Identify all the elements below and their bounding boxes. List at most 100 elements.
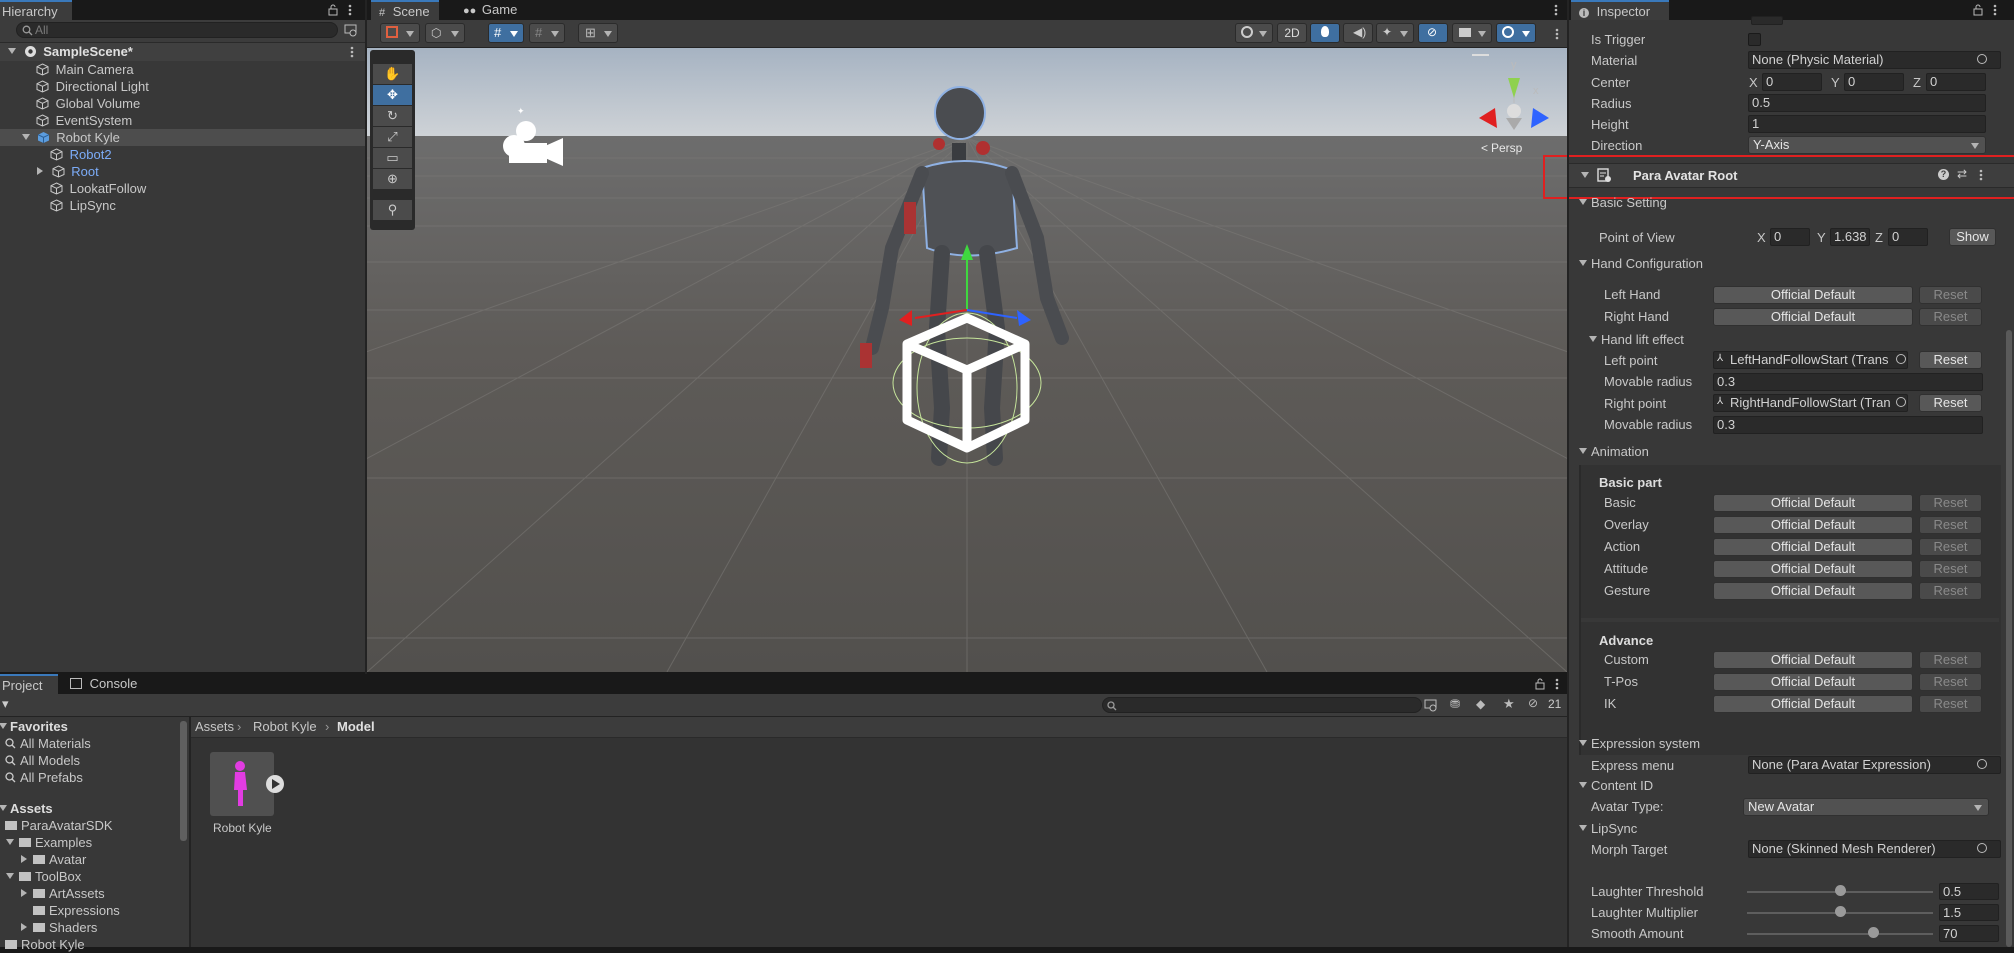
folder-item[interactable]: Shaders [0,919,189,936]
anim-reset-button[interactable]: Reset [1919,538,1982,556]
expand-arrow-icon[interactable] [37,167,43,175]
anim-reset-button[interactable]: Reset [1919,673,1982,691]
expand-arrow-icon[interactable] [8,48,16,54]
favorite-star-icon[interactable]: ★ [1503,696,1515,712]
kebab-menu-icon[interactable] [1554,4,1558,16]
anim-dropdown[interactable]: Official Default [1713,516,1913,534]
right-hand-reset-button[interactable]: Reset [1919,308,1982,326]
center-y-field[interactable]: 0 [1844,73,1904,91]
search-by-label-icon[interactable]: ⛃ [1450,697,1460,711]
tab-project[interactable]: Project [0,674,58,694]
breadcrumb-item[interactable]: Robot Kyle [253,717,317,737]
favorite-item[interactable]: All Prefabs [0,769,189,786]
expand-arrow-icon[interactable] [21,923,27,931]
folder-item[interactable]: Robot Kyle [0,936,189,953]
custom-tool-button[interactable]: ⚲ [373,200,412,220]
increment-snap-button[interactable]: # [529,23,565,43]
expand-arrow-icon[interactable] [0,805,7,811]
left-radius-field[interactable]: 0.3 [1713,373,1983,391]
eye-slash-icon[interactable]: ⊘ [1528,696,1538,710]
top-cutoff-field[interactable] [1751,16,1783,25]
folder-item[interactable]: ArtAssets [0,885,189,902]
breadcrumb-item[interactable]: Assets [195,717,234,737]
search-input[interactable]: All [16,22,338,38]
slider-thumb[interactable] [1835,885,1846,896]
express-menu-field[interactable]: None (Para Avatar Expression) [1748,756,2001,774]
object-picker-icon[interactable] [1896,354,1906,364]
draw-mode-dropdown[interactable] [380,23,420,43]
anim-dropdown[interactable]: Official Default [1713,494,1913,512]
kebab-menu-icon[interactable] [350,46,354,58]
anim-dropdown[interactable]: Official Default [1713,582,1913,600]
hierarchy-item[interactable]: Directional Light [0,78,365,95]
slider-track[interactable] [1747,933,1933,935]
radius-field[interactable]: 0.5 [1748,94,1986,112]
animation-foldout[interactable]: Animation [1579,444,1649,459]
direction-dropdown[interactable]: Y-Axis [1748,136,1986,154]
pov-x-field[interactable]: 0 [1770,228,1810,246]
left-hand-dropdown[interactable]: Official Default [1713,286,1913,304]
kebab-menu-icon[interactable] [1993,4,1997,16]
grid-snap-button[interactable]: # [488,23,524,43]
center-x-field[interactable]: 0 [1762,73,1822,91]
material-field[interactable]: None (Physic Material) [1748,51,2001,69]
slider-thumb[interactable] [1868,927,1880,938]
lock-icon[interactable] [1535,678,1545,690]
transform-tool-button[interactable]: ⊕ [373,169,412,189]
folder-item[interactable]: Expressions [0,902,189,919]
move-tool-button[interactable]: ✥ [373,85,412,105]
camera-dropdown[interactable] [1452,23,1492,43]
rect-tool-button[interactable]: ▭ [373,148,412,168]
tab-console[interactable]: Console [62,674,158,694]
anim-dropdown[interactable]: Official Default [1713,673,1913,691]
height-field[interactable]: 1 [1748,115,1986,133]
asset-expand-button[interactable] [266,775,284,793]
anim-reset-button[interactable]: Reset [1919,695,1982,713]
right-hand-dropdown[interactable]: Official Default [1713,308,1913,326]
lipsync-foldout[interactable]: LipSync [1579,821,1637,836]
tag-icon[interactable]: ◆ [1476,697,1485,711]
assets-header[interactable]: Assets [0,800,189,817]
expand-arrow-icon[interactable] [6,839,14,845]
rotate-tool-button[interactable]: ↻ [373,106,412,126]
hand-lift-foldout[interactable]: Hand lift effect [1589,332,1684,347]
object-picker-icon[interactable] [1977,54,1987,64]
favorite-item[interactable]: All Materials [0,735,189,752]
pov-y-field[interactable]: 1.638 [1830,228,1870,246]
project-search-input[interactable] [1102,697,1422,713]
search-filter-icon[interactable] [344,24,358,37]
hierarchy-item[interactable]: Global Volume [0,95,365,112]
hierarchy-item[interactable]: LipSync [0,197,365,214]
toggle-2d-button[interactable]: 2D [1277,23,1307,43]
inspector-scrollbar[interactable] [2006,330,2012,947]
lighting-toggle-button[interactable] [1310,23,1340,43]
morph-target-field[interactable]: None (Skinned Mesh Renderer) [1748,840,2001,858]
right-point-reset-button[interactable]: Reset [1919,394,1982,412]
anim-reset-button[interactable]: Reset [1919,516,1982,534]
content-id-foldout[interactable]: Content ID [1579,778,1653,793]
anim-dropdown[interactable]: Official Default [1713,651,1913,669]
audio-toggle-button[interactable]: ◀) [1343,23,1373,43]
is-trigger-checkbox[interactable] [1748,33,1761,46]
avatar-type-dropdown[interactable]: New Avatar [1743,798,1989,816]
breadcrumb-item-current[interactable]: Model [337,717,375,737]
folder-item[interactable]: Examples [0,834,189,851]
hierarchy-item[interactable]: Root [0,163,365,180]
kebab-menu-icon[interactable] [1555,678,1559,690]
pov-z-field[interactable]: 0 [1888,228,1928,246]
anim-reset-button[interactable]: Reset [1919,651,1982,669]
kebab-menu-icon[interactable] [348,4,352,16]
favorite-item[interactable]: All Models [0,752,189,769]
right-radius-field[interactable]: 0.3 [1713,416,1983,434]
scene-row[interactable]: SampleScene* [0,43,365,61]
hierarchy-item[interactable]: EventSystem [0,112,365,129]
anim-dropdown[interactable]: Official Default [1713,695,1913,713]
object-picker-icon[interactable] [1977,759,1987,769]
object-picker-icon[interactable] [1896,397,1906,407]
expand-arrow-icon[interactable] [21,855,27,863]
hierarchy-item[interactable]: LookatFollow [0,180,365,197]
anim-reset-button[interactable]: Reset [1919,560,1982,578]
show-button[interactable]: Show [1949,228,1996,246]
align-button[interactable]: ⊞ [578,23,618,43]
hierarchy-item[interactable]: Robot2 [0,146,365,163]
